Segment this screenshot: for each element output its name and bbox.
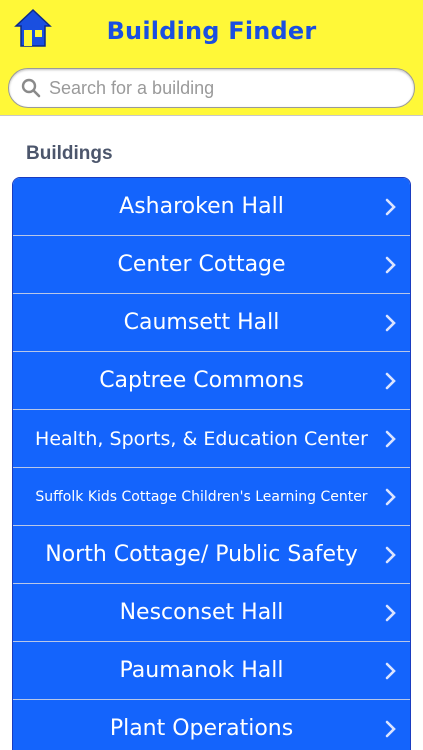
- section-header: Buildings: [26, 143, 113, 164]
- building-row-health-sports-education-center[interactable]: Health, Sports, & Education Center: [13, 410, 410, 468]
- building-row-label: Nesconset Hall: [119, 600, 284, 625]
- home-button[interactable]: [14, 8, 52, 48]
- building-row-captree-commons[interactable]: Captree Commons: [13, 352, 410, 410]
- page-title: Building Finder: [106, 17, 317, 45]
- building-row-label: Caumsett Hall: [123, 310, 280, 335]
- chevron-right-icon: [385, 546, 396, 563]
- building-row-asharoken-hall[interactable]: Asharoken Hall: [13, 178, 410, 236]
- building-row-label: Captree Commons: [99, 368, 304, 393]
- search-bar: [0, 62, 423, 116]
- navigation-bar: Building Finder: [0, 0, 423, 62]
- building-row-plant-operations[interactable]: Plant Operations: [13, 700, 410, 750]
- search-field[interactable]: [8, 68, 415, 108]
- chevron-right-icon: [385, 372, 396, 389]
- building-row-label: Plant Operations: [109, 716, 294, 741]
- chevron-right-icon: [385, 314, 396, 331]
- chevron-right-icon: [385, 256, 396, 273]
- chevron-right-icon: [385, 488, 396, 505]
- building-row-north-cottage-public-safety[interactable]: North Cottage/ Public Safety: [13, 526, 410, 584]
- building-list: Asharoken Hall Center Cottage Caumsett H…: [12, 177, 411, 750]
- building-row-nesconset-hall[interactable]: Nesconset Hall: [13, 584, 410, 642]
- chevron-right-icon: [385, 604, 396, 621]
- building-row-label: North Cottage/ Public Safety: [45, 542, 358, 567]
- building-row-center-cottage[interactable]: Center Cottage: [13, 236, 410, 294]
- building-row-label: Health, Sports, & Education Center: [35, 427, 368, 450]
- building-row-label: Center Cottage: [117, 252, 286, 277]
- chevron-right-icon: [385, 720, 396, 737]
- building-row-caumsett-hall[interactable]: Caumsett Hall: [13, 294, 410, 352]
- building-row-suffolk-kids-cottage[interactable]: Suffolk Kids Cottage Children's Learning…: [13, 468, 410, 526]
- search-icon: [21, 78, 41, 98]
- chevron-right-icon: [385, 662, 396, 679]
- chevron-right-icon: [385, 430, 396, 447]
- search-input[interactable]: [49, 77, 389, 99]
- building-row-paumanok-hall[interactable]: Paumanok Hall: [13, 642, 410, 700]
- content-area: Buildings Asharoken Hall Center Cottage …: [0, 117, 423, 750]
- building-row-label: Suffolk Kids Cottage Children's Learning…: [35, 488, 368, 505]
- building-row-label: Asharoken Hall: [119, 194, 284, 219]
- building-row-label: Paumanok Hall: [119, 658, 284, 683]
- chevron-right-icon: [385, 198, 396, 215]
- home-icon: [14, 8, 52, 47]
